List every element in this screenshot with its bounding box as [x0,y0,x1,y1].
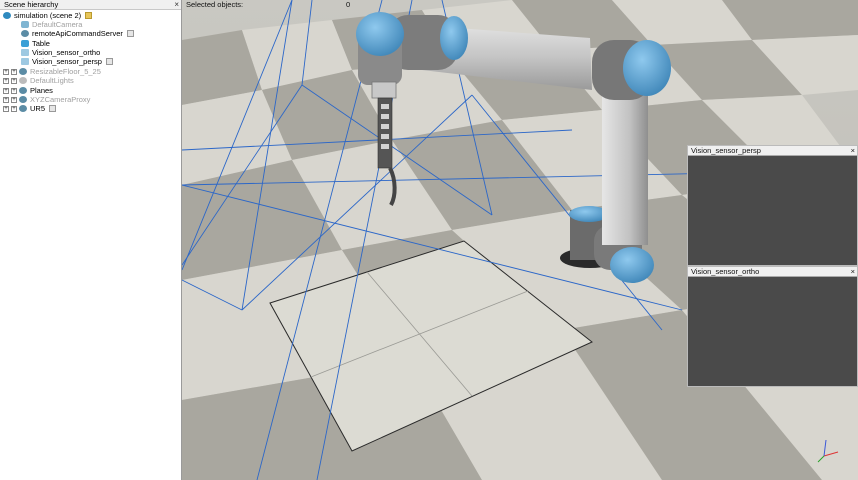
vision-sensor-ortho-window[interactable]: Vision_sensor_ortho × [687,266,858,387]
vision-window-title-label: Vision_sensor_persp [691,146,761,155]
tree-item-vision-persp[interactable]: Vision_sensor_persp [21,57,113,66]
tree-item-resizable-floor[interactable]: + + ResizableFloor_5_25 [3,67,101,76]
script-icon[interactable] [105,58,113,65]
tree-item-label: Vision_sensor_ortho [32,48,101,57]
scene-hierarchy-close-button[interactable]: × [174,0,179,9]
script-folder-icon[interactable] [85,12,93,19]
vision-window-title-label: Vision_sensor_ortho [691,267,760,276]
scene-hierarchy-title-label: Scene hierarchy [4,0,59,9]
close-icon[interactable]: × [851,146,855,155]
expand-icon[interactable]: + [11,77,17,84]
tree-item-label: remoteApiCommandServer [32,29,123,38]
camera-icon [21,21,29,28]
tree-item-ur5[interactable]: + + UR5 [3,104,57,113]
selected-objects-count: 0 [346,0,351,9]
tree-item-default-camera[interactable]: DefaultCamera [21,20,82,29]
tree-item-label: DefaultCamera [32,20,83,29]
tree-item-label: Planes [30,86,53,95]
expand-icon[interactable]: + [3,96,9,103]
tree-item-label: Vision_sensor_persp [32,57,102,66]
vision-window-title: Vision_sensor_persp × [688,146,857,156]
selected-objects-label: Selected objects: [186,0,244,9]
tree-item-label: XYZCameraProxy [30,95,91,104]
tree-item-label: UR5 [30,104,46,113]
vision-sensor-icon [21,58,29,65]
vision-sensor-persp-window[interactable]: Vision_sensor_persp × [687,145,858,266]
expand-icon[interactable]: + [3,87,9,94]
expand-icon[interactable]: + [11,105,17,112]
expand-icon[interactable]: + [11,96,17,103]
model-icon [21,30,29,37]
model-icon [19,105,27,112]
model-icon [19,68,27,75]
expand-icon[interactable]: + [3,68,9,75]
world-icon [3,12,11,19]
model-icon [19,87,27,94]
light-icon [19,77,27,84]
tree-item-label: Table [32,39,50,48]
close-icon[interactable]: × [851,267,855,276]
expand-icon[interactable]: + [11,68,17,75]
shape-icon [21,40,29,47]
tree-item-planes[interactable]: + + Planes [3,86,53,95]
expand-icon[interactable]: + [3,77,9,84]
tree-item-simulation[interactable]: simulation (scene 2) [3,11,93,20]
script-icon[interactable] [126,30,134,37]
tree-item-default-lights[interactable]: + + DefaultLights [3,76,74,85]
vision-sensor-icon [21,49,29,56]
expand-icon[interactable]: + [11,87,17,94]
tree-item-xyz-camera-proxy[interactable]: + + XYZCameraProxy [3,95,90,104]
vision-window-title: Vision_sensor_ortho × [688,267,857,277]
tree-item-label: DefaultLights [30,76,74,85]
model-icon [19,96,27,103]
tree-item-label: simulation (scene 2) [14,11,82,20]
scene-hierarchy-panel: Scene hierarchy × simulation (scene 2) D… [0,0,182,480]
tree-item-remote-api[interactable]: remoteApiCommandServer [21,29,134,38]
tree-item-table[interactable]: Table [21,39,50,48]
scene-hierarchy-title: Scene hierarchy × [0,0,181,10]
expand-icon[interactable]: + [3,105,9,112]
tree-item-vision-ortho[interactable]: Vision_sensor_ortho [21,48,100,57]
script-icon[interactable] [49,105,57,112]
tree-item-label: ResizableFloor_5_25 [30,67,101,76]
